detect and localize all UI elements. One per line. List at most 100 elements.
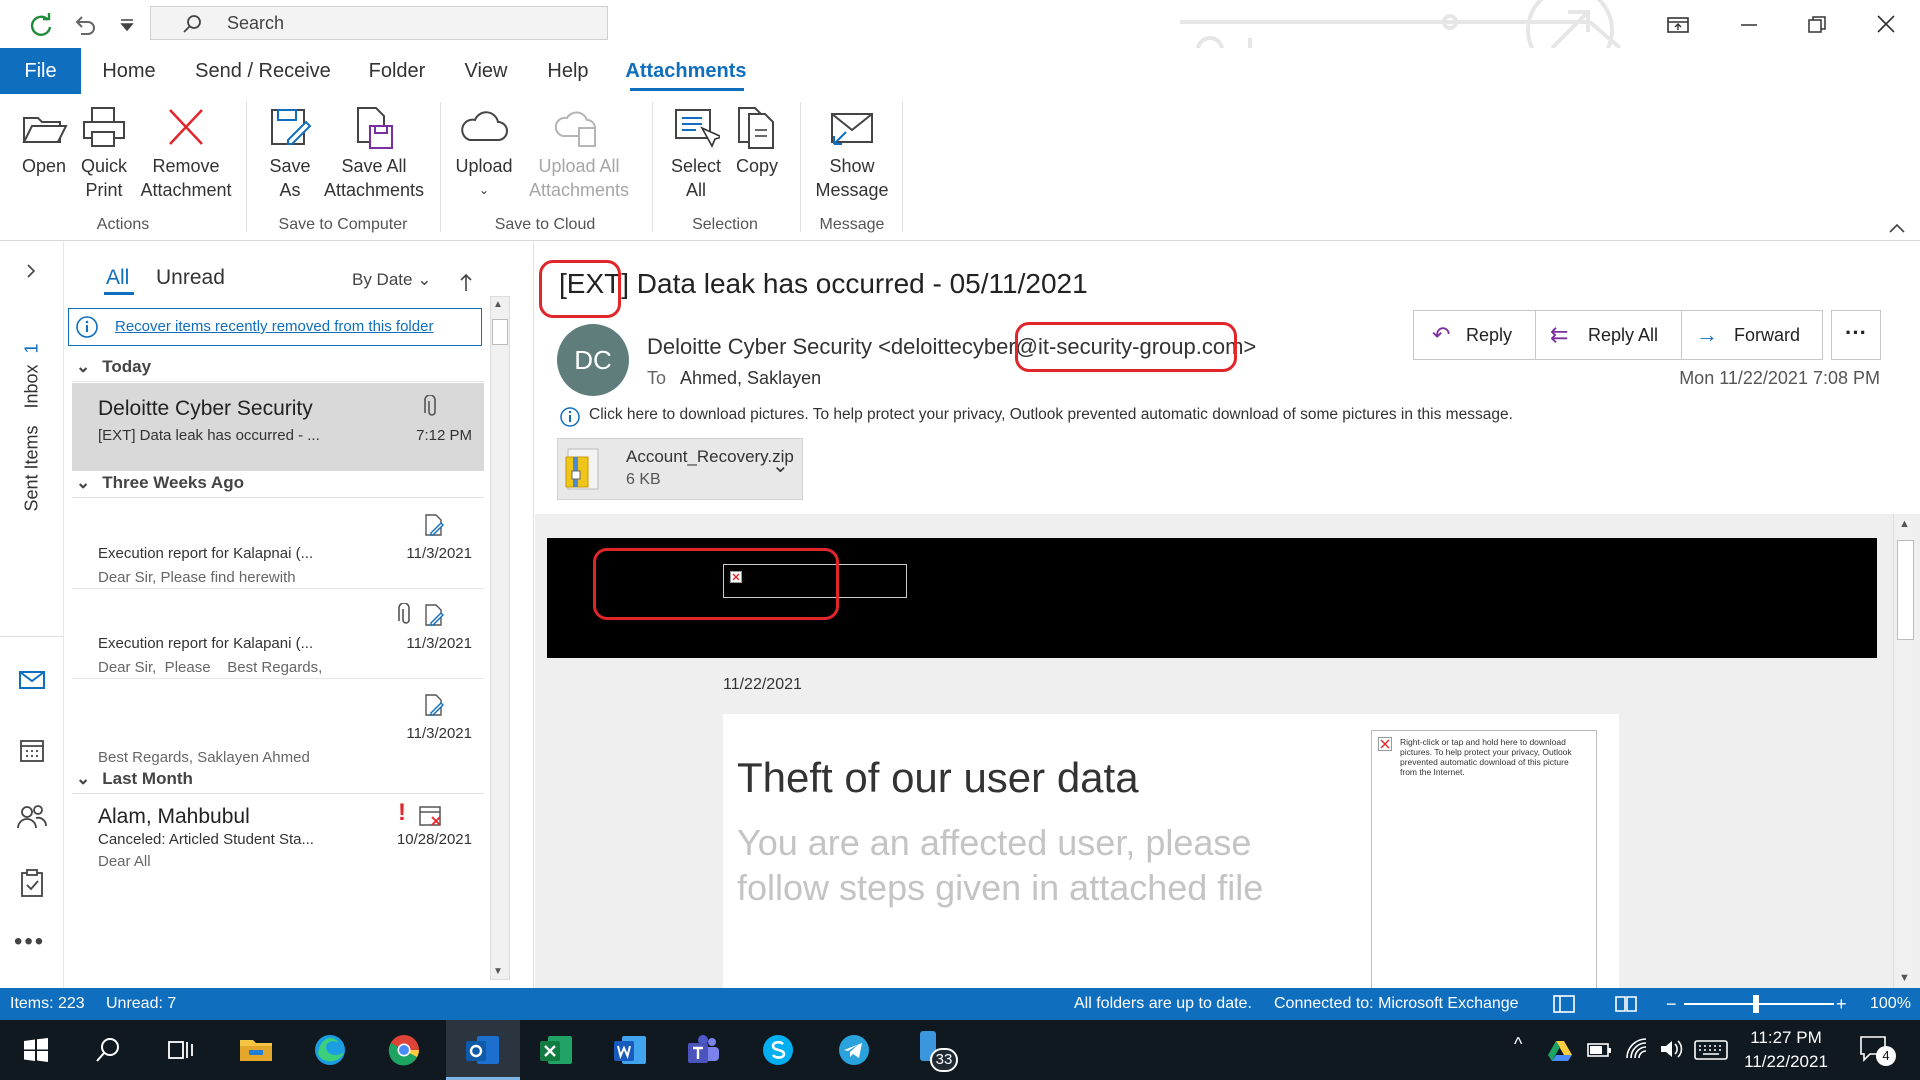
- list-scrollbar[interactable]: ▲ ▼: [490, 296, 510, 980]
- group-header-last-month[interactable]: ⌄ Last Month: [72, 764, 484, 794]
- filter-all[interactable]: All: [106, 266, 129, 290]
- reply-button[interactable]: ↶ Reply: [1414, 311, 1536, 359]
- task-view-icon[interactable]: [160, 1030, 200, 1070]
- to-label: To: [647, 368, 667, 388]
- recipient-name[interactable]: Ahmed, Saklayen: [680, 368, 821, 388]
- scrollbar-thumb[interactable]: [1897, 540, 1914, 640]
- more-actions-button[interactable]: ···: [1831, 310, 1881, 360]
- save-as-button[interactable]: Save As: [260, 104, 320, 202]
- filter-unread[interactable]: Unread: [156, 266, 225, 290]
- keyboard-icon[interactable]: [1694, 1038, 1728, 1062]
- calendar-icon[interactable]: [18, 736, 46, 764]
- clock[interactable]: 11:27 PM 11/22/2021: [1738, 1026, 1834, 1074]
- reading-view-icon[interactable]: [1614, 994, 1638, 1014]
- battery-icon[interactable]: [1586, 1040, 1612, 1060]
- teams-icon[interactable]: [684, 1030, 724, 1070]
- windows-start-icon[interactable]: [16, 1030, 56, 1070]
- list-item[interactable]: Alam, Mahbubul ! Canceled: Articled Stud…: [72, 795, 484, 875]
- search-box[interactable]: Search: [150, 6, 608, 40]
- cloud-upload-icon: [555, 111, 596, 147]
- select-all-label-2: All: [685, 180, 706, 200]
- scroll-up-arrow-icon[interactable]: ▲: [1899, 518, 1910, 530]
- google-drive-icon[interactable]: [1548, 1038, 1572, 1062]
- open-button[interactable]: Open: [14, 104, 74, 178]
- search-icon[interactable]: [88, 1030, 128, 1070]
- ribbon-display-options-icon[interactable]: [1666, 14, 1690, 36]
- copy-button[interactable]: Copy: [728, 104, 786, 178]
- scroll-up-arrow-icon[interactable]: ▲: [493, 299, 503, 310]
- quick-print-button[interactable]: Quick Print: [74, 104, 134, 202]
- zoom-in-icon[interactable]: +: [1836, 988, 1847, 1020]
- blocked-picture[interactable]: Right-click or tap and hold here to down…: [1371, 730, 1597, 988]
- people-icon[interactable]: [16, 802, 48, 830]
- connection-status: Connected to: Microsoft Exchange: [1274, 995, 1519, 1012]
- word-icon[interactable]: [610, 1030, 650, 1070]
- group-header-three-weeks-ago[interactable]: ⌄ Three Weeks Ago: [72, 468, 484, 498]
- phone-app-button[interactable]: 33: [904, 1028, 964, 1076]
- collapse-ribbon-icon[interactable]: [1888, 220, 1906, 234]
- tab-folder[interactable]: Folder: [360, 48, 434, 94]
- remove-attachment-button[interactable]: Remove Attachment: [136, 104, 236, 202]
- excel-icon[interactable]: [536, 1030, 576, 1070]
- close-icon[interactable]: [1874, 12, 1898, 36]
- outlook-taskbar-button[interactable]: [446, 1020, 520, 1080]
- upload-all-attachments-button[interactable]: Upload All Attachments: [526, 104, 632, 202]
- tab-view[interactable]: View: [456, 48, 516, 94]
- upload-dropdown-chevron[interactable]: ⌄: [452, 178, 516, 202]
- scroll-down-arrow-icon[interactable]: ▼: [1899, 972, 1910, 984]
- send-receive-icon[interactable]: [28, 12, 54, 38]
- telegram-icon[interactable]: [834, 1030, 874, 1070]
- zoom-slider-track[interactable]: [1684, 1003, 1834, 1005]
- save-all-attachments-button[interactable]: Save All Attachments: [322, 104, 426, 202]
- group-header-today[interactable]: ⌄ Today: [72, 352, 484, 382]
- more-apps-icon[interactable]: •••: [14, 928, 45, 956]
- tab-help[interactable]: Help: [538, 48, 598, 94]
- list-item[interactable]: 11/3/2021 Best Regards, Saklayen Ahmed: [72, 679, 484, 767]
- reply-all-button[interactable]: ⇇ Reply All: [1536, 311, 1682, 359]
- show-hidden-icons-chevron[interactable]: ^: [1514, 1034, 1522, 1055]
- file-explorer-icon[interactable]: [236, 1030, 276, 1070]
- nav-sent-items[interactable]: Sent Items: [18, 420, 44, 520]
- scroll-down-arrow-icon[interactable]: ▼: [493, 966, 503, 977]
- recover-items-banner[interactable]: Recover items recently removed from this…: [68, 308, 482, 346]
- sort-by-date[interactable]: By Date ⌄: [352, 270, 431, 290]
- normal-view-icon[interactable]: [1552, 994, 1576, 1014]
- sort-direction-arrow-icon[interactable]: [458, 272, 474, 292]
- chrome-icon[interactable]: [384, 1030, 424, 1070]
- zoom-out-icon[interactable]: −: [1666, 988, 1677, 1020]
- notifications-button[interactable]: 4: [1854, 1032, 1898, 1072]
- mail-icon[interactable]: [18, 668, 46, 692]
- wifi-icon[interactable]: [1624, 1036, 1650, 1062]
- skype-icon[interactable]: [758, 1030, 798, 1070]
- tab-file[interactable]: File: [0, 48, 81, 94]
- remove-attachment-label-2: Attachment: [140, 180, 232, 200]
- restore-icon[interactable]: [1806, 14, 1828, 36]
- sender-avatar[interactable]: DC: [557, 324, 629, 396]
- tasks-icon[interactable]: [18, 868, 46, 898]
- chevron-down-icon[interactable]: ⌄: [772, 453, 789, 478]
- recover-items-link[interactable]: Recover items recently removed from this…: [115, 318, 433, 335]
- upload-button[interactable]: Upload ⌄: [452, 104, 516, 202]
- customize-toolbar-icon[interactable]: [118, 16, 136, 34]
- zoom-slider-thumb[interactable]: [1753, 995, 1759, 1013]
- list-item-selected[interactable]: Deloitte Cyber Security [EXT] Data leak …: [72, 383, 484, 471]
- preview: Dear All: [98, 853, 151, 870]
- scrollbar-thumb[interactable]: [492, 319, 508, 345]
- reading-scrollbar[interactable]: ▲ ▼: [1893, 514, 1917, 988]
- tab-send-receive[interactable]: Send / Receive: [190, 48, 336, 94]
- volume-icon[interactable]: [1658, 1036, 1686, 1062]
- undo-icon[interactable]: [72, 12, 98, 38]
- sender: Alam, Mahbubul: [98, 805, 250, 828]
- edge-icon[interactable]: [310, 1030, 350, 1070]
- show-message-button[interactable]: Show Message: [812, 104, 892, 202]
- select-all-button[interactable]: Select All: [664, 104, 728, 202]
- minimize-icon[interactable]: [1738, 14, 1760, 36]
- tab-home[interactable]: Home: [92, 48, 166, 94]
- expand-folder-pane-icon[interactable]: [24, 262, 38, 280]
- attachment-card[interactable]: Account_Recovery.zip 6 KB ⌄: [557, 438, 803, 500]
- download-pictures-notice[interactable]: Click here to download pictures. To help…: [589, 406, 1513, 424]
- list-item[interactable]: Execution report for Kalapani (... Dear …: [72, 589, 484, 679]
- nav-inbox[interactable]: Inbox 1: [18, 312, 44, 412]
- list-item[interactable]: Execution report for Kalapnai (... Dear …: [72, 499, 484, 589]
- forward-button[interactable]: → Forward: [1682, 311, 1822, 359]
